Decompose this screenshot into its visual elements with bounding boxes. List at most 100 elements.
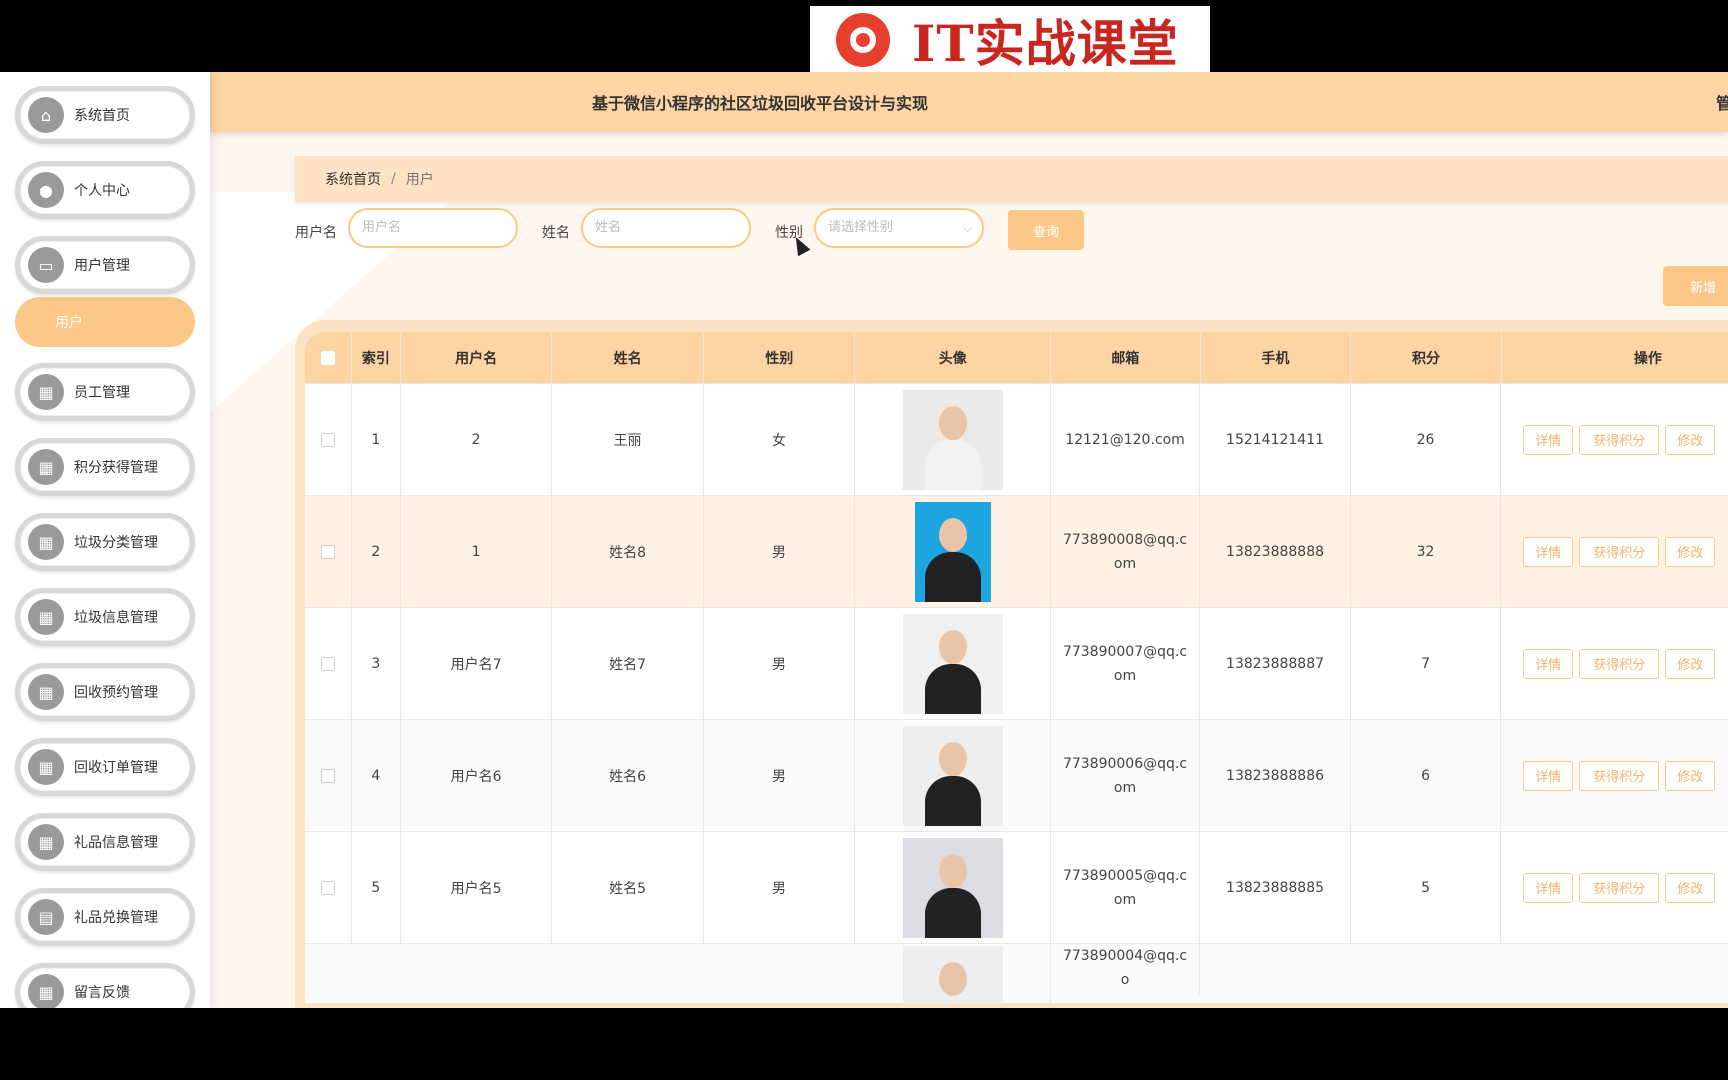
- name-filter-input[interactable]: 姓名: [581, 208, 751, 248]
- row-checkbox[interactable]: [320, 768, 335, 783]
- sidebar-item-label: 系统首页: [74, 108, 130, 124]
- edit-button[interactable]: 修改: [1665, 648, 1716, 679]
- sidebar-item-label: 员工管理: [74, 385, 130, 401]
- column-header: 头像: [855, 332, 1052, 383]
- table-row: 773890004@qq.co: [305, 944, 1728, 1004]
- email-text: 773890007@qq.com: [1062, 643, 1188, 684]
- watermark-text: IT实战课堂: [912, 14, 1179, 73]
- grid-icon: ▦: [28, 749, 64, 785]
- cell-name: 王丽: [552, 384, 704, 495]
- cell-name: 姓名5: [552, 832, 704, 943]
- earn-points-button[interactable]: 获得积分: [1579, 648, 1660, 679]
- gender-select-placeholder: 请选择性别: [828, 220, 894, 235]
- sidebar-item-waste-category[interactable]: ▦ 垃圾分类管理: [15, 513, 195, 571]
- cell-actions: 详情 获得积分 修改: [1501, 496, 1728, 607]
- sidebar-item-label: 回收订单管理: [74, 760, 158, 776]
- gender-filter-select[interactable]: 请选择性别 ⌵: [814, 208, 984, 248]
- cell-avatar: [855, 384, 1051, 495]
- user-table: 索引 用户名 姓名 性别 头像 邮箱 手机 积分 操作 1 2 王丽 女 121…: [295, 320, 1728, 1008]
- edit-button[interactable]: 修改: [1665, 424, 1716, 455]
- table-row: 2 1 姓名8 男 773890008@qq.com 13823888888 3…: [305, 496, 1728, 608]
- column-header: 用户名: [401, 332, 553, 383]
- cell-gender: 女: [704, 384, 856, 495]
- column-header: 积分: [1351, 332, 1502, 383]
- sidebar-item-home[interactable]: ⌂ 系统首页: [15, 86, 195, 144]
- cell-actions: 详情 获得积分 修改: [1501, 608, 1728, 719]
- sidebar-item-gift-exchange[interactable]: ▤ 礼品兑换管理: [15, 888, 195, 946]
- sidebar-item-label: 回收预约管理: [74, 685, 158, 701]
- avatar: [902, 837, 1003, 938]
- sidebar-item-recycle-orders[interactable]: ▦ 回收订单管理: [15, 738, 195, 796]
- row-checkbox[interactable]: [320, 544, 335, 559]
- row-checkbox-cell: [305, 608, 352, 719]
- cell-name: 姓名7: [552, 608, 704, 719]
- edit-button[interactable]: 修改: [1665, 872, 1716, 903]
- edit-button[interactable]: 修改: [1665, 760, 1716, 791]
- sidebar-item-user-management[interactable]: ▭ 用户管理: [15, 236, 195, 294]
- username-filter-label: 用户名: [295, 225, 337, 241]
- cell-username: 用户名6: [401, 720, 553, 831]
- sidebar-item-points[interactable]: ▦ 积分获得管理: [15, 438, 195, 496]
- sidebar-item-label: 留言反馈: [74, 985, 130, 1001]
- sidebar-item-profile[interactable]: ● 个人中心: [15, 161, 195, 219]
- sidebar-item-label: 垃圾信息管理: [74, 610, 158, 626]
- row-checkbox[interactable]: [320, 656, 335, 671]
- cell-index: 2: [352, 496, 401, 607]
- select-all-checkbox[interactable]: [320, 350, 335, 365]
- earn-points-button[interactable]: 获得积分: [1579, 760, 1660, 791]
- email-text: 773890006@qq.com: [1062, 755, 1188, 796]
- grid-icon: ▦: [28, 524, 64, 560]
- add-button[interactable]: 新增: [1663, 266, 1728, 306]
- sidebar-item-feedback[interactable]: ▦ 留言反馈: [15, 963, 195, 1008]
- sidebar-subitem-users[interactable]: 用户: [15, 297, 195, 347]
- sidebar: ⌂ 系统首页 ● 个人中心 ▭ 用户管理 用户 ▦ 员工管理 ▦ 积分获得管理 …: [0, 72, 210, 1008]
- cell-username: 2: [401, 384, 553, 495]
- table-row: 3 用户名7 姓名7 男 773890007@qq.com 1382388888…: [305, 608, 1728, 720]
- cell-email: 773890007@qq.com: [1051, 608, 1201, 719]
- header-checkbox-cell: [305, 332, 352, 383]
- sidebar-item-label: 积分获得管理: [74, 460, 158, 476]
- avatar: [902, 725, 1003, 826]
- top-header: 基于微信小程序的社区垃圾回收平台设计与实现 管: [210, 72, 1728, 132]
- edit-button[interactable]: 修改: [1665, 536, 1716, 567]
- cell-phone: 13823888886: [1200, 720, 1351, 831]
- earn-points-button[interactable]: 获得积分: [1579, 424, 1660, 455]
- sidebar-item-staff[interactable]: ▦ 员工管理: [15, 363, 195, 421]
- cell-gender: 男: [704, 720, 856, 831]
- cell-actions: 详情 获得积分 修改: [1501, 720, 1728, 831]
- cell-gender: 男: [704, 832, 856, 943]
- row-checkbox[interactable]: [320, 432, 335, 447]
- details-button[interactable]: 详情: [1523, 872, 1574, 903]
- cell-name: 姓名6: [552, 720, 704, 831]
- sidebar-item-label: 礼品兑换管理: [74, 910, 158, 926]
- avatar: [902, 613, 1003, 714]
- grid-icon: ▦: [28, 374, 64, 410]
- earn-points-button[interactable]: 获得积分: [1579, 536, 1660, 567]
- cell-phone: 15214121411: [1200, 384, 1351, 495]
- username-filter-input[interactable]: 用户名: [348, 208, 518, 248]
- details-button[interactable]: 详情: [1523, 536, 1574, 567]
- sidebar-item-recycle-booking[interactable]: ▦ 回收预约管理: [15, 663, 195, 721]
- details-button[interactable]: 详情: [1523, 648, 1574, 679]
- query-button[interactable]: 查询: [1008, 210, 1084, 250]
- sidebar-item-gift-info[interactable]: ▦ 礼品信息管理: [15, 813, 195, 871]
- cell-actions: 详情 获得积分 修改: [1501, 832, 1728, 943]
- cell-avatar: [855, 608, 1051, 719]
- column-header: 索引: [352, 332, 401, 383]
- sidebar-item-waste-info[interactable]: ▦ 垃圾信息管理: [15, 588, 195, 646]
- row-checkbox-cell: [305, 384, 352, 495]
- cell-avatar: [855, 720, 1051, 831]
- sidebar-item-label: 个人中心: [74, 183, 130, 199]
- cell-username: 用户名7: [401, 608, 553, 719]
- cell-avatar: [855, 944, 1051, 1004]
- details-button[interactable]: 详情: [1523, 760, 1574, 791]
- details-button[interactable]: 详情: [1523, 424, 1574, 455]
- cell-actions: 详情 获得积分 修改: [1501, 384, 1728, 495]
- chrome-logo-icon: [836, 13, 890, 67]
- earn-points-button[interactable]: 获得积分: [1579, 872, 1660, 903]
- breadcrumb-home[interactable]: 系统首页: [325, 169, 381, 189]
- admin-menu[interactable]: 管: [1716, 90, 1728, 114]
- row-checkbox[interactable]: [320, 880, 335, 895]
- letterbox-bar: [0, 1008, 1728, 1080]
- table-row: 1 2 王丽 女 12121@120.com 15214121411 26 详情…: [305, 384, 1728, 496]
